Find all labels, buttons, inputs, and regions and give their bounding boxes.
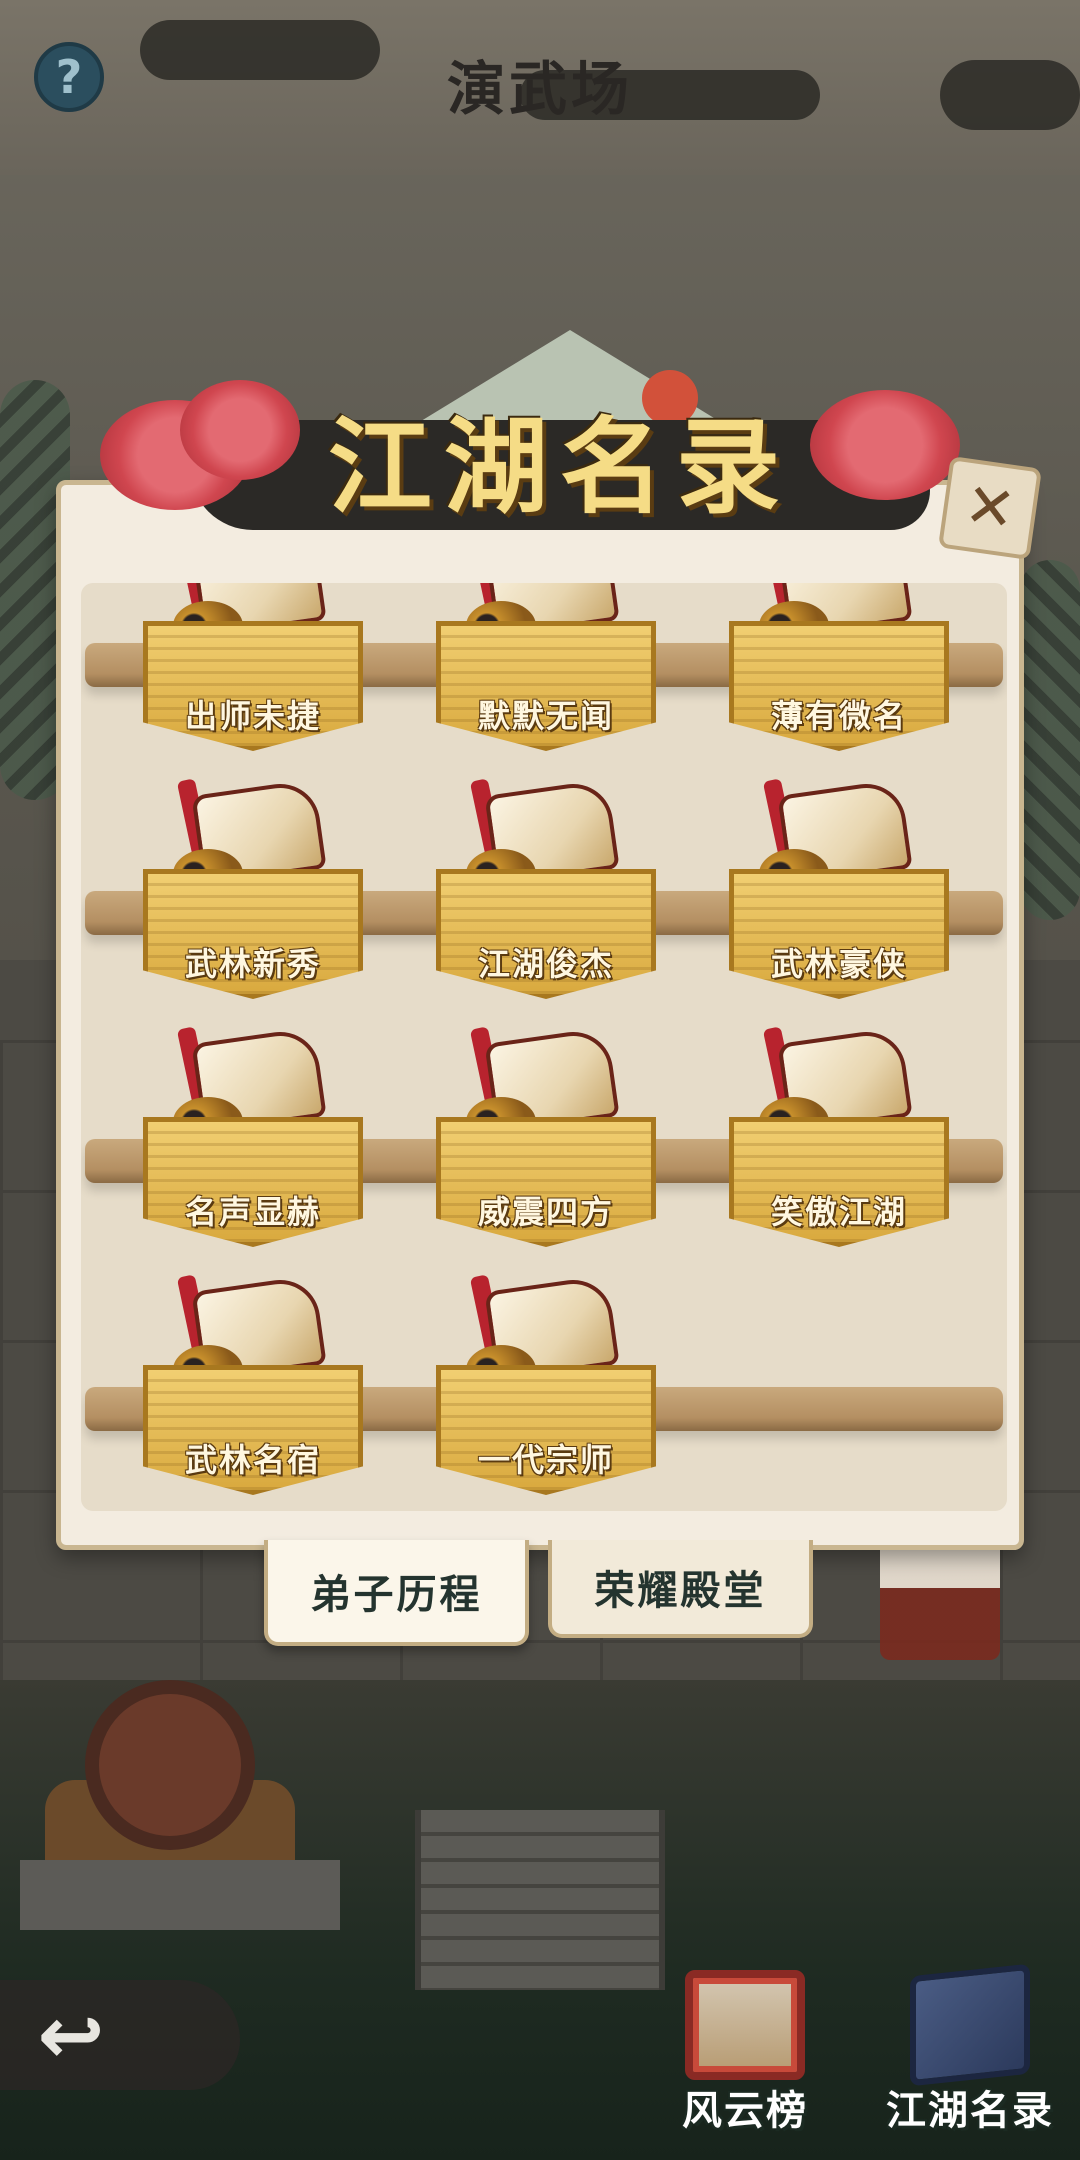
rank-item[interactable]: 笑傲江湖 (729, 1026, 949, 1257)
stone-steps (415, 1810, 665, 1990)
nav-label: 风云榜 (682, 2087, 808, 2134)
rank-label: 武林新秀 (184, 945, 321, 983)
hall-of-fame-dialog: 出师未捷 默默无闻 薄有微名武林新秀 江湖俊杰 武林豪侠名声显赫 威震四方 笑傲江湖武林名宿… (56, 480, 1024, 1550)
tab-label: 荣耀殿堂 (594, 1567, 767, 1614)
ranks-panel[interactable]: 出师未捷 默默无闻 薄有微名武林新秀 江湖俊杰 武林豪侠名声显赫 威震四方 笑傲江湖武林名宿… (81, 583, 1007, 1511)
rank-label: 武林名宿 (184, 1441, 321, 1479)
nav-label: 江湖名录 (886, 2087, 1054, 2134)
top-bar: ? 演武场 (0, 0, 1080, 175)
rank-item[interactable]: 出师未捷 (143, 583, 363, 761)
rank-item[interactable]: 默默无闻 (436, 583, 656, 761)
rank-item[interactable]: 武林新秀 (143, 778, 363, 1009)
scroll-icon (685, 1970, 805, 2080)
jianghu-roster-button[interactable]: 江湖名录 (875, 1960, 1065, 2150)
page-title: 演武场 (446, 55, 633, 123)
drum-icon (85, 1680, 255, 1850)
rank-label: 薄有微名 (770, 697, 907, 735)
back-button[interactable]: ↩ (16, 1989, 126, 2082)
rank-label: 笑傲江湖 (770, 1193, 907, 1231)
rank-item[interactable]: 武林豪侠 (729, 778, 949, 1009)
leaderboard-button[interactable]: 风云榜 (650, 1960, 840, 2150)
rank-label: 江湖俊杰 (477, 945, 614, 983)
rank-item[interactable]: 薄有微名 (729, 583, 949, 761)
tab-label: 弟子历程 (310, 1571, 483, 1618)
ink-decoration (140, 20, 380, 80)
help-button[interactable]: ? (34, 42, 104, 112)
tab-disciple-journey[interactable]: 弟子历程 (264, 1540, 529, 1646)
dialog-banner: 江湖名录 (30, 330, 1050, 560)
rank-label: 出师未捷 (184, 697, 321, 735)
rank-item[interactable]: 江湖俊杰 (436, 778, 656, 1009)
back-arrow-icon: ↩ (37, 1988, 105, 2082)
rank-item[interactable]: 一代宗师 (436, 1274, 656, 1505)
tab-hall-of-glory[interactable]: 荣耀殿堂 (548, 1540, 813, 1638)
close-button[interactable]: ✕ (938, 456, 1042, 560)
book-icon (910, 1963, 1030, 2087)
rank-label: 一代宗师 (477, 1441, 614, 1479)
stone-base (20, 1860, 340, 1930)
rank-label: 名声显赫 (184, 1193, 321, 1231)
rank-item[interactable]: 武林名宿 (143, 1274, 363, 1505)
dialog-title: 江湖名录 (327, 405, 792, 528)
rank-item[interactable]: 威震四方 (436, 1026, 656, 1257)
question-icon: ? (55, 50, 83, 104)
bamboo-right-decoration (1020, 560, 1080, 920)
rank-label: 武林豪侠 (770, 945, 907, 983)
rank-label: 默默无闻 (477, 697, 614, 735)
rank-label: 威震四方 (477, 1193, 614, 1231)
ink-decoration (940, 60, 1080, 130)
rank-item[interactable]: 名声显赫 (143, 1026, 363, 1257)
close-icon: ✕ (960, 469, 1020, 547)
